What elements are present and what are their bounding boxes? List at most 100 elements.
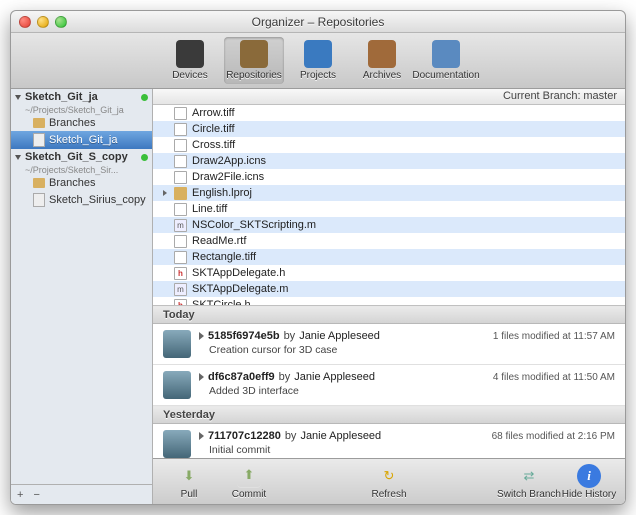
commit-by-label: by xyxy=(279,371,291,383)
dev-icon xyxy=(176,40,204,68)
commit-group-header: Yesterday xyxy=(153,406,625,424)
avatar xyxy=(163,371,191,399)
arch-icon xyxy=(368,40,396,68)
commit-row[interactable]: df6c87a0eff9 by Janie Appleseed 4 files … xyxy=(153,365,625,406)
pull-button[interactable]: ⬇Pull xyxy=(161,464,217,500)
file-row[interactable]: mSKTAppDelegate.m xyxy=(153,281,625,297)
file-name: NSColor_SKTScripting.m xyxy=(192,219,316,231)
sidebar-item[interactable]: Sketch_Sirius_copy xyxy=(11,191,152,209)
file-row[interactable]: hSKTAppDelegate.h xyxy=(153,265,625,281)
sidebar: Sketch_Git_ja ~/Projects/Sketch_Git_ja Bra… xyxy=(11,89,153,504)
commit-message: Creation cursor for 3D case xyxy=(199,342,615,356)
commit-row[interactable]: 5185f6974e5b by Janie Appleseed 1 files … xyxy=(153,324,625,365)
commit-hash: 5185f6974e5b xyxy=(208,330,280,342)
repo-name: Sketch_Git_ja xyxy=(25,91,98,103)
toolbar-label: Projects xyxy=(300,70,336,81)
main-pane: Current Branch: master Arrow.tiff Circle.… xyxy=(153,89,625,504)
proj-icon xyxy=(304,40,332,68)
refresh-button[interactable]: ↻Refresh xyxy=(361,464,417,500)
file-row[interactable]: Draw2App.icns xyxy=(153,153,625,169)
commit-row[interactable]: 711707c12280 by Janie Appleseed 68 files… xyxy=(153,424,625,458)
remove-button[interactable]: − xyxy=(33,489,39,501)
file-row[interactable]: mNSColor_SKTScripting.m xyxy=(153,217,625,233)
switch-icon: ⇄ xyxy=(517,464,541,488)
hide-history-button[interactable]: iHide History xyxy=(561,464,617,500)
commit-icon: ⬆ xyxy=(237,464,261,488)
status-dot-icon xyxy=(141,94,148,101)
add-button[interactable]: + xyxy=(17,489,23,501)
branch-value: master xyxy=(583,90,617,102)
toolbar-documentation[interactable]: Documentation xyxy=(416,37,476,84)
commit-by-label: by xyxy=(285,430,297,442)
file-name: Draw2File.icns xyxy=(192,171,264,183)
commit-author: Janie Appleseed xyxy=(294,371,375,383)
file-type-icon xyxy=(174,251,187,264)
file-row[interactable]: Arrow.tiff xyxy=(153,105,625,121)
file-list[interactable]: Arrow.tiff Circle.tiffCross.tiff Draw2App.… xyxy=(153,105,625,305)
commit-by-label: by xyxy=(284,330,296,342)
commit-meta: 4 files modified at 11:50 AM xyxy=(493,372,615,383)
disclosure-icon xyxy=(15,155,21,160)
toolbar-repositories[interactable]: Repositories xyxy=(224,37,284,84)
file-row[interactable]: Line.tiff xyxy=(153,201,625,217)
file-row[interactable]: Rectangle.tiff xyxy=(153,249,625,265)
file-row[interactable]: Draw2File.icns xyxy=(153,169,625,185)
sidebar-item-label: Branches xyxy=(49,177,95,189)
sidebar-repo[interactable]: Sketch_Git_S_copy xyxy=(11,149,152,165)
switch-branch-button[interactable]: ⇄Switch Branch xyxy=(501,464,557,500)
commit-message: Initial commit xyxy=(199,442,615,456)
commit-hash: df6c87a0eff9 xyxy=(208,371,275,383)
pull-icon: ⬇ xyxy=(177,464,201,488)
sidebar-item[interactable]: Branches xyxy=(11,115,152,131)
sidebar-repo[interactable]: Sketch_Git_ja xyxy=(11,89,152,105)
sidebar-item[interactable]: Sketch_Git_ja xyxy=(11,131,152,149)
toolbar-devices[interactable]: Devices xyxy=(160,37,220,84)
bottom-right-group: ⇄Switch BranchiHide History xyxy=(501,464,617,500)
file-row[interactable]: ReadMe.rtf xyxy=(153,233,625,249)
commit-author: Janie Appleseed xyxy=(299,330,380,342)
file-type-icon xyxy=(174,139,187,152)
commit-message: Added 3D interface xyxy=(199,383,615,397)
commit-meta: 68 files modified at 2:16 PM xyxy=(492,431,615,442)
toolbar-label: Archives xyxy=(363,70,401,81)
disclosure-icon[interactable] xyxy=(199,332,204,340)
body: Sketch_Git_ja ~/Projects/Sketch_Git_ja Bra… xyxy=(11,89,625,504)
file-row[interactable]: Cross.tiff xyxy=(153,137,625,153)
file-name: Rectangle.tiff xyxy=(192,251,256,263)
toolbar-label: Documentation xyxy=(412,70,479,81)
file-name: SKTAppDelegate.h xyxy=(192,267,285,279)
toolbar-archives[interactable]: Archives xyxy=(352,37,412,84)
info-icon: i xyxy=(577,464,601,488)
sidebar-item-label: Sketch_Git_ja xyxy=(49,134,117,146)
commit-author: Janie Appleseed xyxy=(300,430,381,442)
repo-icon xyxy=(240,40,268,68)
disclosure-icon[interactable] xyxy=(199,373,204,381)
avatar xyxy=(163,430,191,458)
commit-history[interactable]: Today 5185f6974e5b by Janie Appleseed 1 … xyxy=(153,305,625,458)
file-name: Arrow.tiff xyxy=(192,107,235,119)
repo-path: ~/Projects/Sketch_Git_ja xyxy=(11,105,152,115)
file-row[interactable]: hSKTCircle.h xyxy=(153,297,625,305)
bottom-toolbar: ⬇Pull⬆Commit ↻Refresh ⇄Switch BranchiHid… xyxy=(153,458,625,504)
branch-bar: Current Branch: master xyxy=(153,89,625,105)
window-title: Organizer – Repositories xyxy=(11,15,625,29)
toolbar: Devices Repositories Projects Archives Docum… xyxy=(11,33,625,89)
sidebar-footer: + − xyxy=(11,484,152,504)
sidebar-item[interactable]: Branches xyxy=(11,175,152,191)
sidebar-item-label: Branches xyxy=(49,117,95,129)
bottom-button-label: Pull xyxy=(181,489,198,500)
disclosure-icon[interactable] xyxy=(199,432,204,440)
toolbar-projects[interactable]: Projects xyxy=(288,37,348,84)
toolbar-label: Repositories xyxy=(226,70,282,81)
file-name: Draw2App.icns xyxy=(192,155,266,167)
avatar xyxy=(163,330,191,358)
bottom-button-label: Switch Branch xyxy=(497,489,561,500)
commit-button[interactable]: ⬆Commit xyxy=(221,464,277,500)
bottom-button-label: Refresh xyxy=(371,489,406,500)
branch-label: Current Branch: xyxy=(503,90,581,102)
refresh-icon: ↻ xyxy=(377,464,401,488)
file-row[interactable]: Circle.tiff xyxy=(153,121,625,137)
commit-meta: 1 files modified at 11:57 AM xyxy=(493,331,615,342)
file-row[interactable]: English.lproj xyxy=(153,185,625,201)
bottom-button-label: Commit xyxy=(232,489,266,500)
